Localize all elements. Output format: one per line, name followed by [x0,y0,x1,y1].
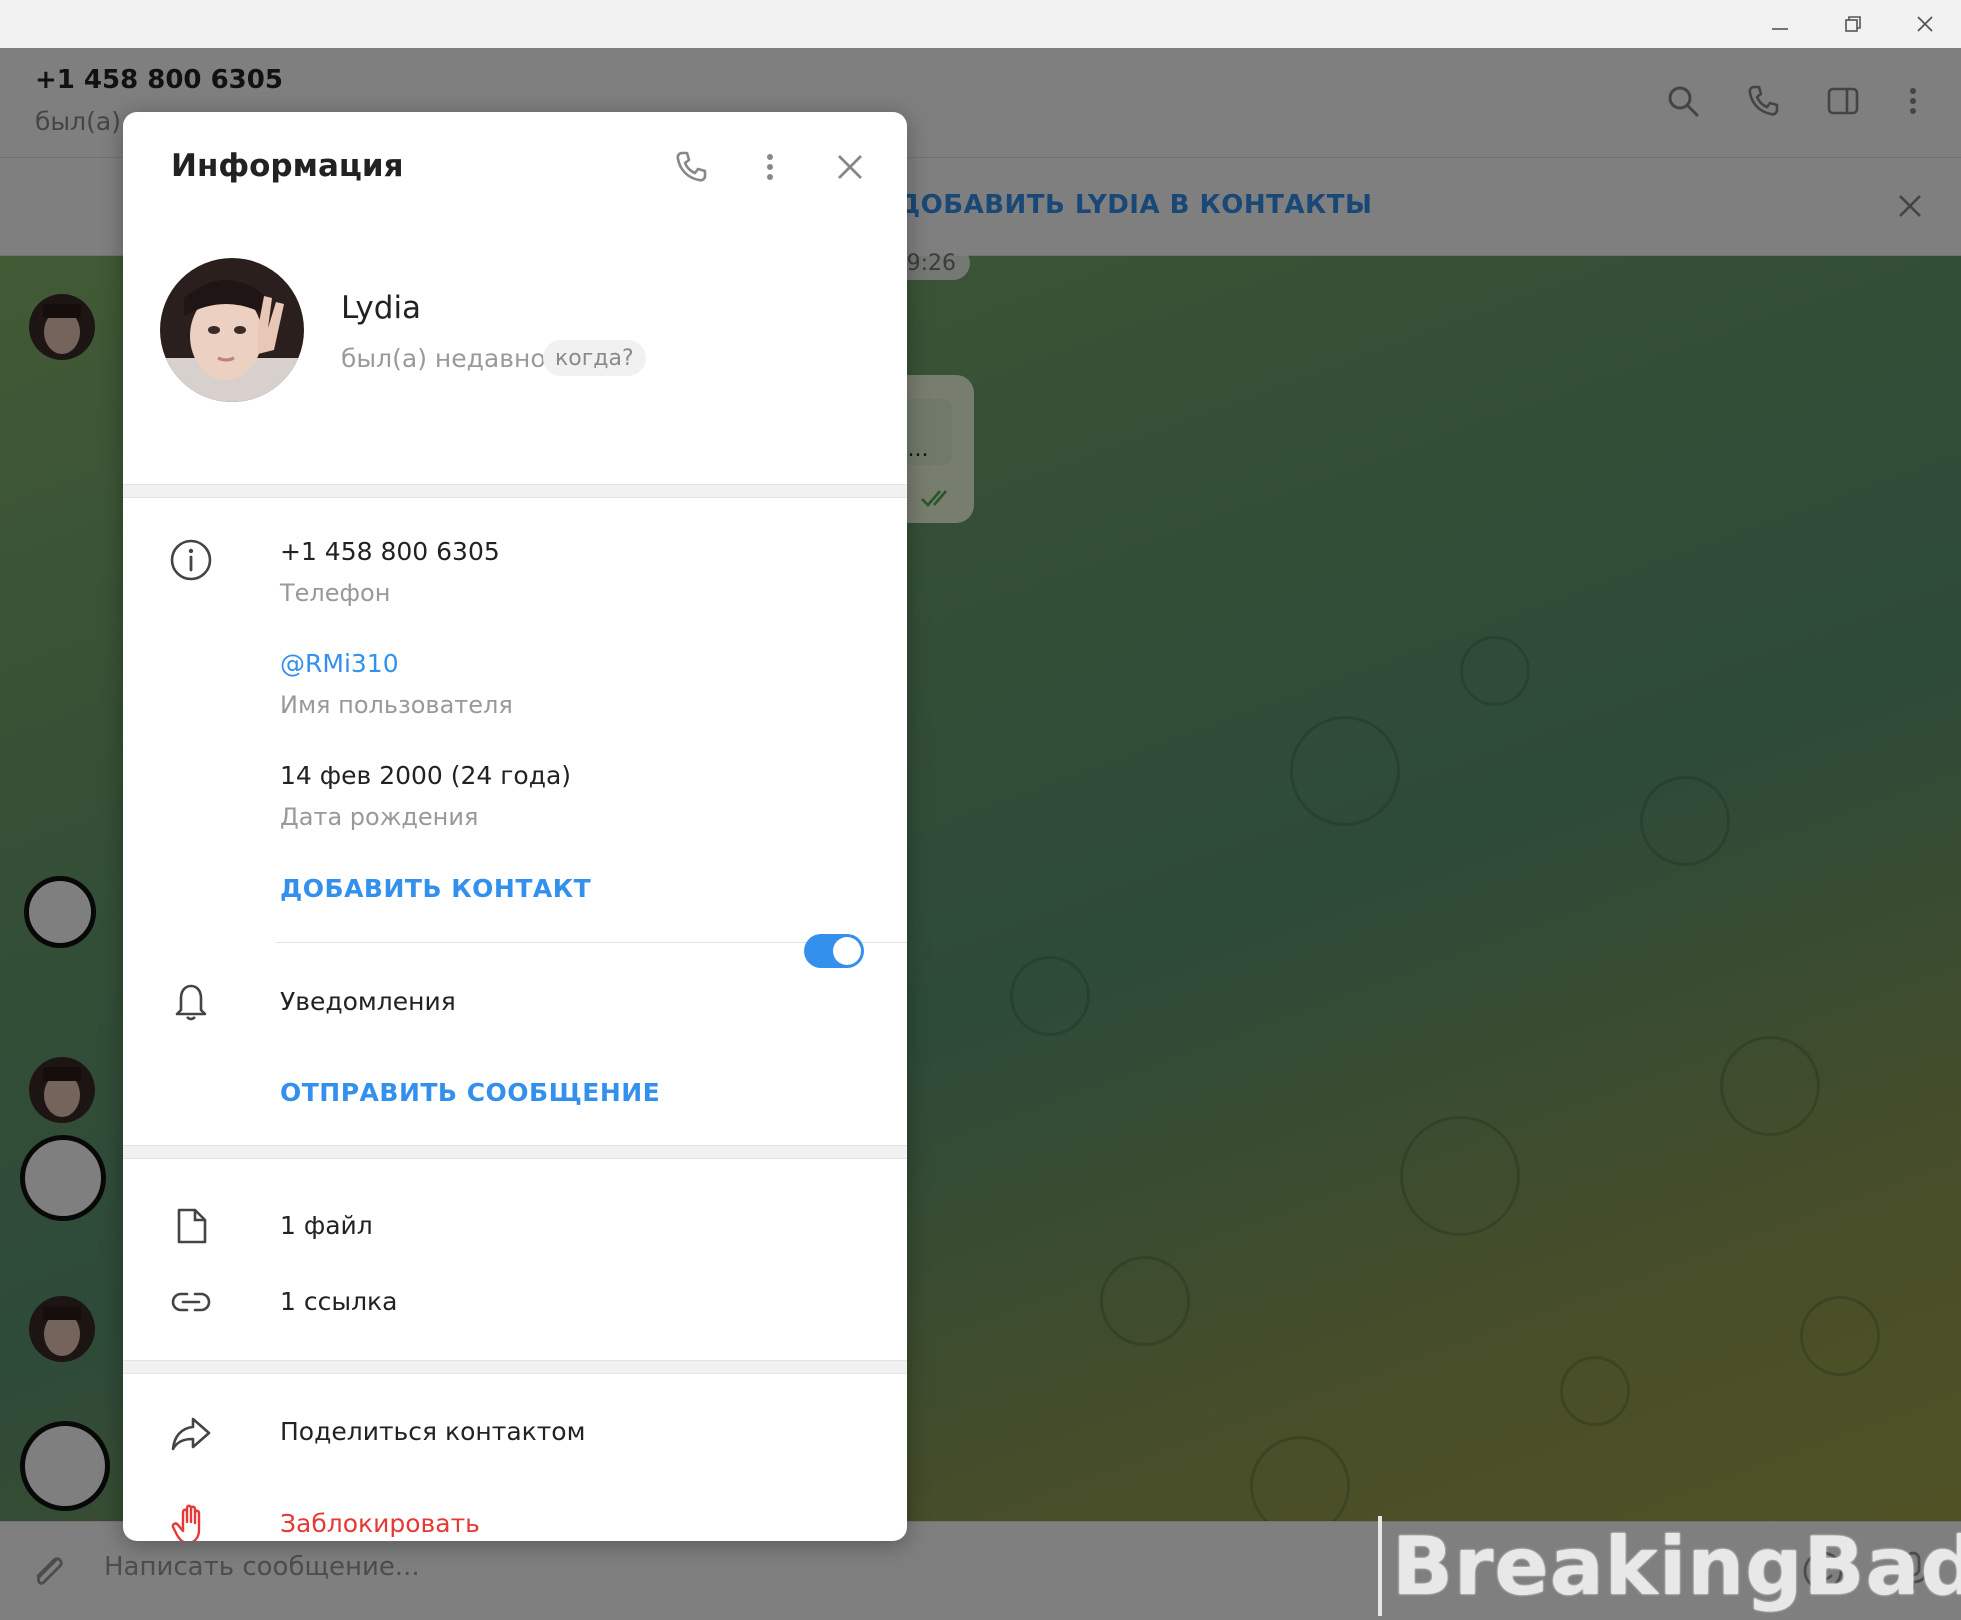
window-titlebar [0,0,1961,48]
user-info-modal: Информация Lydia был(а) недавно когда? +… [123,112,907,1541]
send-message-button[interactable]: ОТПРАВИТЬ СООБЩЕНИЕ [280,1078,660,1107]
file-icon [167,1202,215,1250]
close-icon[interactable] [1905,8,1945,40]
phone-label: Телефон [280,579,391,607]
restore-icon[interactable] [1833,8,1873,40]
block-user-button[interactable]: Заблокировать [280,1509,480,1538]
close-icon[interactable] [825,142,875,192]
profile-name: Lydia [341,290,422,326]
share-icon [167,1409,215,1457]
phone-icon[interactable] [666,142,716,192]
toggle-knob [833,937,861,965]
section-separator [123,484,907,498]
watermark-text: BreakingBad [1378,1516,1961,1616]
profile-photo[interactable] [160,258,304,402]
notifications-toggle[interactable] [804,934,864,968]
modal-title: Информация [171,148,404,184]
section-separator [123,1145,907,1159]
notifications-label: Уведомления [280,987,456,1016]
last-seen-when-button[interactable]: когда? [543,340,646,376]
link-icon [167,1278,215,1326]
birthday-value[interactable]: 14 фев 2000 (24 года) [280,761,571,790]
telegram-app: +1 458 800 6305 был(а) ДОБАВИТЬ LYDIA В … [0,48,1961,1620]
links-count[interactable]: 1 ссылка [280,1287,397,1316]
files-count[interactable]: 1 файл [280,1211,373,1240]
more-vertical-icon[interactable] [745,142,795,192]
birthday-label: Дата рождения [280,803,479,831]
profile-status: был(а) недавно [341,344,546,373]
info-icon [167,536,215,584]
minimize-icon[interactable] [1760,8,1800,40]
add-contact-button[interactable]: ДОБАВИТЬ КОНТАКТ [280,874,591,903]
phone-number-value[interactable]: +1 458 800 6305 [280,537,500,566]
bell-icon [167,976,215,1024]
username-label: Имя пользователя [280,691,513,719]
share-contact-button[interactable]: Поделиться контактом [280,1417,585,1446]
section-separator [123,1360,907,1374]
block-hand-icon [167,1500,215,1541]
username-value[interactable]: @RMi310 [280,649,399,678]
